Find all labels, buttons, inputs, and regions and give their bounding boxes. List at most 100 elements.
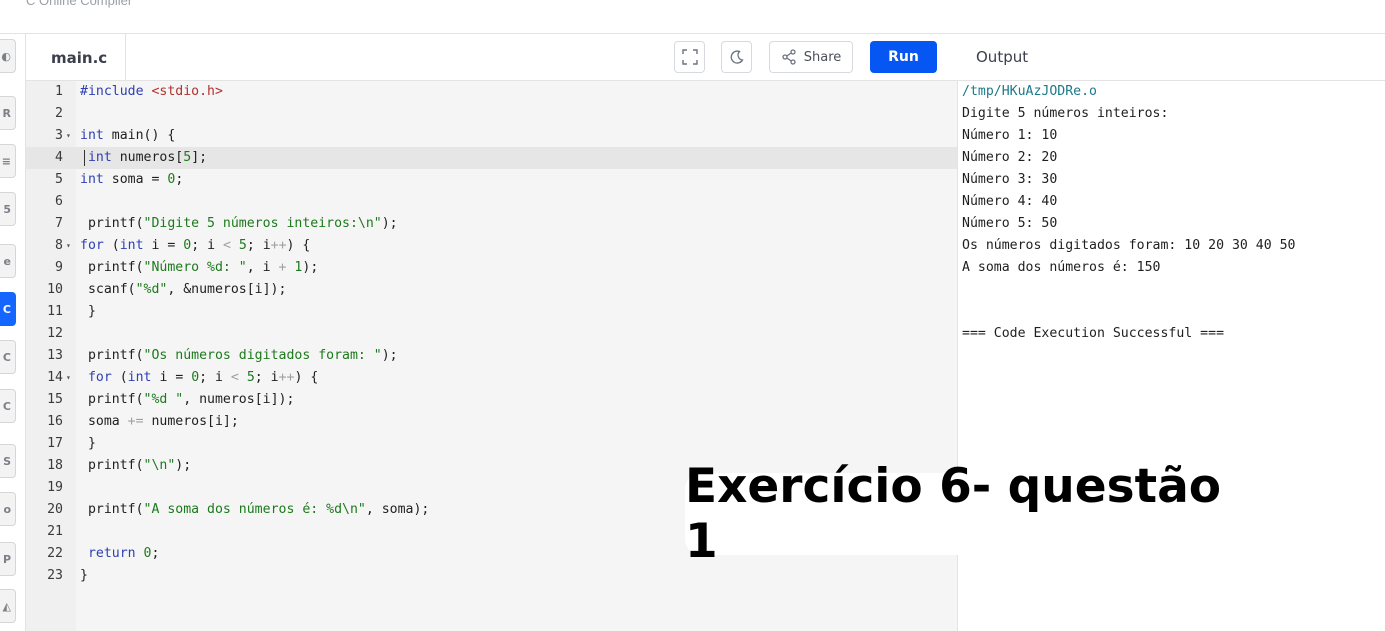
html-icon[interactable]: 5	[0, 192, 16, 226]
code-line: 5 int soma = 0;	[26, 169, 957, 191]
csharp-icon[interactable]: C	[0, 389, 16, 423]
code-text: soma += numeros[i];	[80, 414, 239, 429]
run-button[interactable]: Run	[870, 41, 937, 73]
code-text: printf("A soma dos números é: %d\n", som…	[80, 502, 430, 517]
code-line: 2	[26, 103, 957, 125]
line-number: 6	[55, 194, 63, 209]
exercise-caption-overlay: Exercício 6- questão 1	[685, 459, 1268, 569]
code-line: 9 printf("Número %d: ", i + 1);	[26, 257, 957, 279]
line-number: 14	[47, 370, 63, 385]
code-text: printf("%d ", numeros[i]);	[80, 392, 295, 407]
line-number: 9	[55, 260, 63, 275]
code-line: 13 printf("Os números digitados foram: "…	[26, 345, 957, 367]
line-number: 18	[47, 458, 63, 473]
line-number: 7	[55, 216, 63, 231]
line-number: 23	[47, 568, 63, 583]
code-text: int main() {	[80, 128, 176, 143]
line-number: 3	[55, 128, 63, 143]
share-button[interactable]: Share	[769, 41, 853, 73]
output-line: Digite 5 números inteiros:	[962, 106, 1169, 121]
file-tab-main[interactable]: main.c	[26, 34, 126, 81]
java-icon[interactable]: e	[0, 244, 16, 278]
go-icon[interactable]: o	[0, 492, 16, 526]
code-line: 16 soma += numeros[i];	[26, 411, 957, 433]
code-text: printf("Os números digitados foram: ");	[80, 348, 398, 363]
cpp-icon[interactable]: C	[0, 340, 16, 374]
theme-toggle-button[interactable]	[721, 41, 752, 73]
code-text: int numeros[5];	[87, 150, 208, 165]
line-number: 19	[47, 480, 63, 495]
moon-icon	[730, 50, 744, 64]
php-icon[interactable]: P	[0, 542, 16, 576]
code-text: }	[80, 304, 96, 319]
code-text: printf("Digite 5 números inteiros:\n");	[80, 216, 398, 231]
fold-toggle-icon[interactable]: ▾	[63, 367, 76, 389]
output-line: Número 5: 50	[962, 216, 1058, 231]
code-text: for (int i = 0; i < 5; i++) {	[87, 370, 319, 385]
line-number: 11	[47, 304, 63, 319]
code-text: printf("Número %d: ", i + 1);	[80, 260, 319, 275]
fullscreen-button[interactable]	[674, 41, 705, 73]
line-number: 21	[47, 524, 63, 539]
output-line: Número 4: 40	[962, 194, 1058, 209]
code-line: 15 printf("%d ", numeros[i]);	[26, 389, 957, 411]
share-icon	[782, 49, 796, 65]
r-icon[interactable]: R	[0, 96, 16, 130]
c-icon[interactable]: C	[0, 292, 16, 326]
line-number: 1	[55, 84, 63, 99]
app-title: C Online Compiler	[26, 0, 133, 8]
js-icon[interactable]: S	[0, 444, 16, 478]
code-text: #include <stdio.h>	[80, 84, 223, 99]
line-number: 22	[47, 546, 63, 561]
fold-toggle-icon[interactable]: ▾	[63, 125, 76, 147]
code-text: return 0;	[87, 546, 160, 561]
language-sidebar: ◐ R ≡ 5 e C C C So P ◭	[0, 34, 26, 631]
output-line: Número 2: 20	[962, 150, 1058, 165]
line-number: 20	[47, 502, 63, 517]
code-text: for (int i = 0; i < 5; i++) {	[80, 238, 311, 253]
line-number: 10	[47, 282, 63, 297]
output-line: === Code Execution Successful ===	[962, 326, 1225, 341]
code-line: 6	[26, 191, 957, 213]
output-header: Output	[958, 34, 1385, 81]
code-text: int soma = 0;	[80, 172, 184, 187]
code-line: 11 }	[26, 301, 957, 323]
line-number: 8	[55, 238, 63, 253]
line-number: 15	[47, 392, 63, 407]
code-text: }	[80, 436, 96, 451]
line-number: 13	[47, 348, 63, 363]
output-file-path: /tmp/HKuAzJODRe.o	[962, 84, 1097, 99]
code-line: 10 scanf("%d", &numeros[i]);	[26, 279, 957, 301]
output-line: A soma dos números é: 150	[962, 260, 1161, 275]
code-line: 12	[26, 323, 957, 345]
line-number: 16	[47, 414, 63, 429]
expand-icon	[681, 49, 698, 65]
line-number: 17	[47, 436, 63, 451]
python-icon[interactable]: ◐	[0, 39, 16, 73]
code-text: }	[80, 568, 88, 583]
swift-icon[interactable]: ◭	[0, 589, 16, 623]
fold-toggle-icon[interactable]: ▾	[63, 235, 76, 257]
database-icon[interactable]: ≡	[0, 144, 16, 178]
